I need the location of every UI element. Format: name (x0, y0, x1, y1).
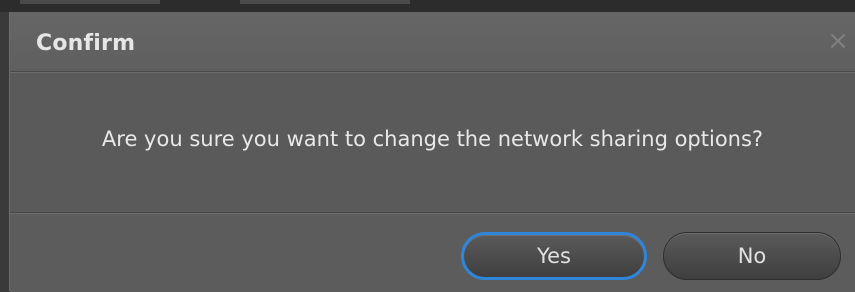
dialog-footer: Yes No (10, 213, 855, 292)
close-icon[interactable]: × (827, 28, 849, 54)
dialog-titlebar: Confirm × (10, 12, 855, 72)
yes-button[interactable]: Yes (461, 232, 647, 280)
background-strip (20, 0, 160, 4)
dialog-title: Confirm (36, 31, 136, 56)
background-strip (240, 0, 410, 4)
dialog-message: Are you sure you want to change the netw… (101, 127, 764, 151)
background-window-edge (0, 0, 855, 12)
confirm-dialog: Confirm × Are you sure you want to chang… (9, 12, 855, 292)
no-button[interactable]: No (663, 232, 841, 280)
dialog-body: Are you sure you want to change the netw… (10, 73, 855, 213)
